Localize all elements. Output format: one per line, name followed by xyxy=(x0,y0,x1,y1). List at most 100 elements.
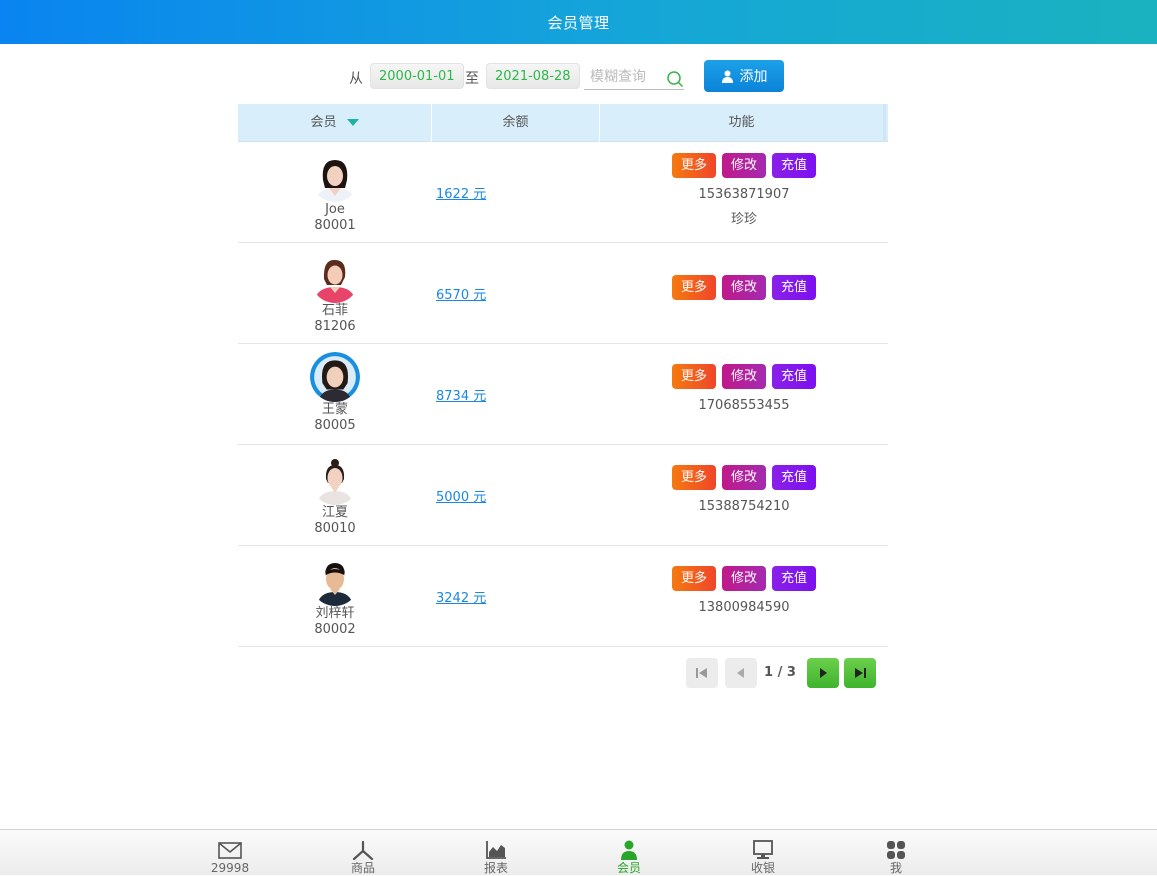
more-button[interactable]: 更多 xyxy=(672,465,716,490)
member-name: 石菲 xyxy=(321,303,348,318)
balance-cell: 6570 元 xyxy=(432,243,600,343)
member-phone: 17068553455 xyxy=(698,398,790,413)
member-cell: 江夏 80010 xyxy=(238,445,432,545)
avatar[interactable] xyxy=(311,457,359,505)
next-page-button[interactable] xyxy=(807,658,839,688)
column-header-member-label: 会员 xyxy=(310,115,337,130)
actions-cell: 更多 修改 充值 13800984590 xyxy=(600,546,888,646)
edit-button[interactable]: 修改 xyxy=(722,566,766,591)
table-row: 江夏 80010 5000 元 更多 修改 充值 15388754210 xyxy=(238,445,888,546)
to-label: 至 xyxy=(465,71,479,87)
page-indicator: 1 / 3 xyxy=(764,665,796,680)
table-row: 王蒙 80005 8734 元 更多 修改 充值 17068553455 xyxy=(238,344,888,445)
member-cell: 王蒙 80005 xyxy=(238,344,432,444)
balance-link[interactable]: 8734 元 xyxy=(436,385,486,404)
nav-item-me[interactable]: 我 xyxy=(866,830,926,876)
first-page-icon xyxy=(696,668,707,678)
prev-page-icon xyxy=(737,668,744,678)
app-header: 会员管理 xyxy=(0,0,1157,44)
nav-label: 我 xyxy=(889,861,902,875)
grid-icon xyxy=(887,841,905,859)
balance-link[interactable]: 6570 元 xyxy=(436,284,486,303)
member-table: 会员 余额 功能 Joe 80001 1622 元 更多 修改 充值 15363… xyxy=(238,104,888,647)
member-phone: 15388754210 xyxy=(698,499,790,514)
edit-button[interactable]: 修改 xyxy=(722,364,766,389)
member-name: 王蒙 xyxy=(321,402,348,417)
balance-cell: 1622 元 xyxy=(432,142,600,242)
member-id: 80005 xyxy=(314,418,356,433)
mail-icon xyxy=(218,841,242,859)
from-label: 从 xyxy=(349,71,363,87)
search-icon[interactable] xyxy=(666,70,684,88)
member-cell: Joe 80001 xyxy=(238,142,432,242)
monitor-icon xyxy=(753,840,773,859)
bottom-nav: 29998 商品 报表 会员 收银 我 xyxy=(0,829,1157,875)
nav-label: 商品 xyxy=(350,861,375,875)
balance-cell: 8734 元 xyxy=(432,344,600,444)
member-phone: 13800984590 xyxy=(698,600,790,615)
avatar[interactable] xyxy=(311,154,359,202)
recharge-button[interactable]: 充值 xyxy=(772,275,816,300)
more-button[interactable]: 更多 xyxy=(672,275,716,300)
recharge-button[interactable]: 充值 xyxy=(772,153,816,178)
member-id: 80001 xyxy=(314,218,356,233)
nav-item-messages[interactable]: 29998 xyxy=(200,830,260,876)
more-button[interactable]: 更多 xyxy=(672,153,716,178)
chart-icon xyxy=(486,841,506,859)
member-id: 81206 xyxy=(314,319,356,334)
page-title: 会员管理 xyxy=(547,13,610,32)
add-member-button[interactable]: 添加 xyxy=(704,60,784,92)
edit-button[interactable]: 修改 xyxy=(722,275,766,300)
nav-item-cashier[interactable]: 收银 xyxy=(733,830,793,876)
start-date-field[interactable]: 2000-01-01 xyxy=(370,63,464,89)
next-page-icon xyxy=(820,668,827,678)
member-name: Joe xyxy=(325,202,345,217)
column-header-balance: 余额 xyxy=(432,104,600,142)
avatar[interactable] xyxy=(311,558,359,606)
avatar[interactable] xyxy=(311,255,359,303)
table-row: 石菲 81206 6570 元 更多 修改 充值 xyxy=(238,243,888,344)
nav-item-members[interactable]: 会员 xyxy=(599,830,659,876)
member-cell: 石菲 81206 xyxy=(238,243,432,343)
more-button[interactable]: 更多 xyxy=(672,566,716,591)
balance-link[interactable]: 3242 元 xyxy=(436,587,486,606)
add-member-label: 添加 xyxy=(739,69,768,85)
recharge-button[interactable]: 充值 xyxy=(772,566,816,591)
last-page-button[interactable] xyxy=(844,658,876,688)
member-name: 江夏 xyxy=(321,505,348,520)
more-button[interactable]: 更多 xyxy=(672,364,716,389)
goods-icon xyxy=(352,840,374,860)
user-icon xyxy=(721,70,733,83)
nav-label: 收银 xyxy=(750,861,775,875)
edit-button[interactable]: 修改 xyxy=(722,153,766,178)
prev-page-button[interactable] xyxy=(725,658,757,688)
edit-button[interactable]: 修改 xyxy=(722,465,766,490)
column-header-functions: 功能 xyxy=(600,104,886,142)
balance-cell: 5000 元 xyxy=(432,445,600,545)
avatar[interactable] xyxy=(310,352,360,402)
table-row: 刘梓轩 80002 3242 元 更多 修改 充值 13800984590 xyxy=(238,546,888,647)
balance-cell: 3242 元 xyxy=(432,546,600,646)
balance-link[interactable]: 1622 元 xyxy=(436,183,486,202)
member-nickname: 珍珍 xyxy=(730,212,757,227)
sort-down-icon[interactable] xyxy=(346,119,359,126)
last-page-icon xyxy=(855,668,866,678)
recharge-button[interactable]: 充值 xyxy=(772,465,816,490)
member-icon xyxy=(621,840,637,860)
end-date-field[interactable]: 2021-08-28 xyxy=(486,63,580,89)
first-page-button[interactable] xyxy=(686,658,718,688)
member-name: 刘梓轩 xyxy=(315,606,355,621)
nav-item-goods[interactable]: 商品 xyxy=(333,830,393,876)
member-id: 80002 xyxy=(314,622,356,637)
column-header-member[interactable]: 会员 xyxy=(238,104,432,142)
pagination: 1 / 3 xyxy=(686,658,886,688)
table-header: 会员 余额 功能 xyxy=(238,104,888,142)
actions-cell: 更多 修改 充值 15388754210 xyxy=(600,445,888,545)
member-cell: 刘梓轩 80002 xyxy=(238,546,432,646)
nav-label: 会员 xyxy=(616,861,641,875)
nav-label: 报表 xyxy=(483,861,508,875)
balance-link[interactable]: 5000 元 xyxy=(436,486,486,505)
recharge-button[interactable]: 充值 xyxy=(772,364,816,389)
actions-cell: 更多 修改 充值 xyxy=(600,243,888,343)
nav-item-reports[interactable]: 报表 xyxy=(466,830,526,876)
